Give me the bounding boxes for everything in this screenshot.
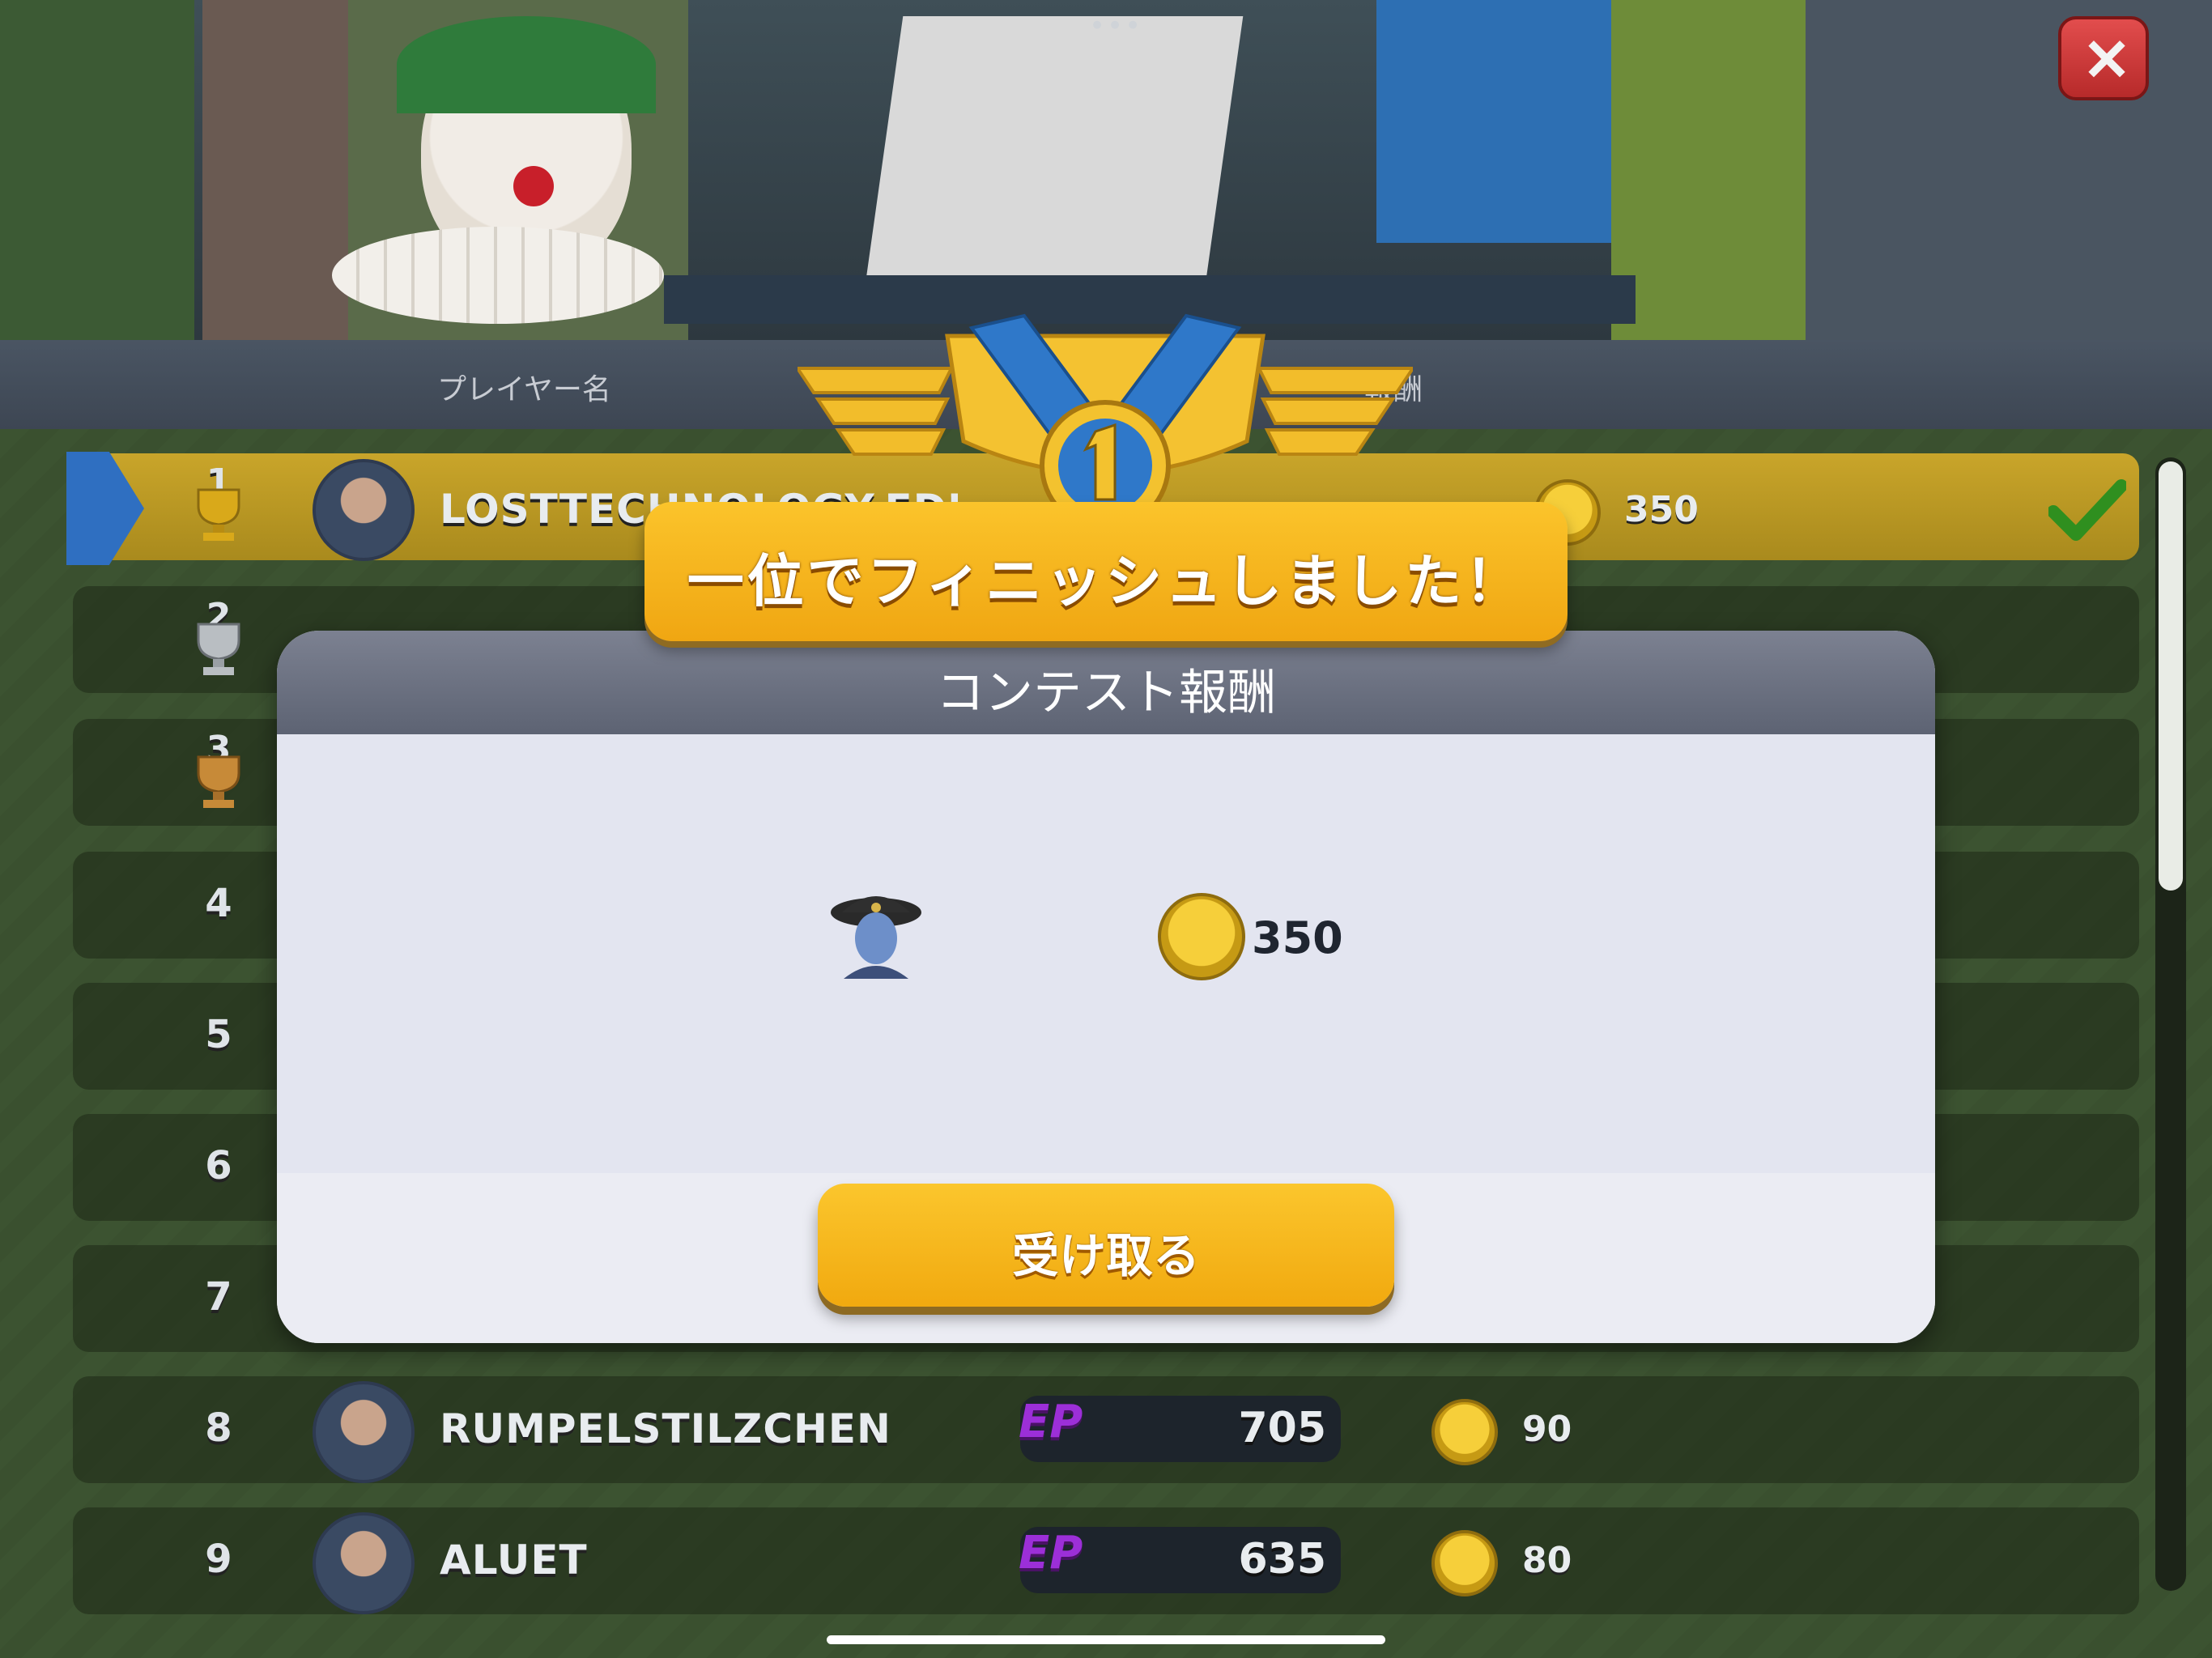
- ep-value: 705: [1238, 1404, 1326, 1452]
- bronze-trophy-icon: [197, 755, 240, 808]
- finish-banner-text: 一位でフィニッシュしました！: [687, 548, 1525, 614]
- reward-amount: 90: [1522, 1409, 1572, 1450]
- avatar: [313, 1512, 415, 1614]
- home-indicator[interactable]: [827, 1635, 1385, 1644]
- player-name: RUMPELSTILZCHEN: [440, 1405, 891, 1452]
- reward-amount: 80: [1522, 1540, 1572, 1581]
- player-name-header: プレイヤー名: [437, 373, 611, 406]
- gold-trophy-icon: [197, 488, 240, 541]
- claim-button[interactable]: 受け取る: [818, 1184, 1394, 1307]
- dialog-body: 350: [277, 734, 1935, 1173]
- coin-icon: [1431, 1399, 1498, 1465]
- ep-badge: EP: [1019, 1527, 1083, 1579]
- close-button[interactable]: ✕: [2058, 16, 2149, 100]
- rank-number: 7: [205, 1274, 232, 1320]
- finish-banner: 一位でフィニッシュしました！: [644, 502, 1568, 641]
- rank-number: 8: [205, 1405, 232, 1451]
- silver-trophy-icon: [197, 623, 240, 675]
- claim-button-label: 受け取る: [1011, 1230, 1200, 1282]
- reward-amount: 350: [1624, 489, 1699, 530]
- rank-number: 5: [205, 1012, 232, 1057]
- coin-icon: [1431, 1530, 1498, 1596]
- ep-value: 635: [1238, 1535, 1326, 1584]
- close-icon: ✕: [2082, 28, 2132, 93]
- top-dots: •••: [1089, 10, 1143, 42]
- city-background: [0, 0, 2212, 340]
- avatar: [313, 1381, 415, 1483]
- rank-number: 4: [205, 881, 232, 926]
- dialog-title: コンテスト報酬: [936, 665, 1276, 721]
- player-name: ALUET: [440, 1537, 588, 1584]
- avatar: [313, 459, 415, 561]
- pirate-character-icon: [831, 896, 921, 979]
- coin-icon: [1158, 893, 1245, 980]
- rank-number: 9: [205, 1537, 232, 1582]
- ep-badge: EP: [1019, 1396, 1083, 1448]
- checkmark-icon: [2048, 479, 2126, 541]
- scrollbar-thumb[interactable]: [2159, 461, 2183, 891]
- reward-coin-amount: 350: [1252, 912, 1343, 963]
- rank-number: 6: [205, 1143, 232, 1188]
